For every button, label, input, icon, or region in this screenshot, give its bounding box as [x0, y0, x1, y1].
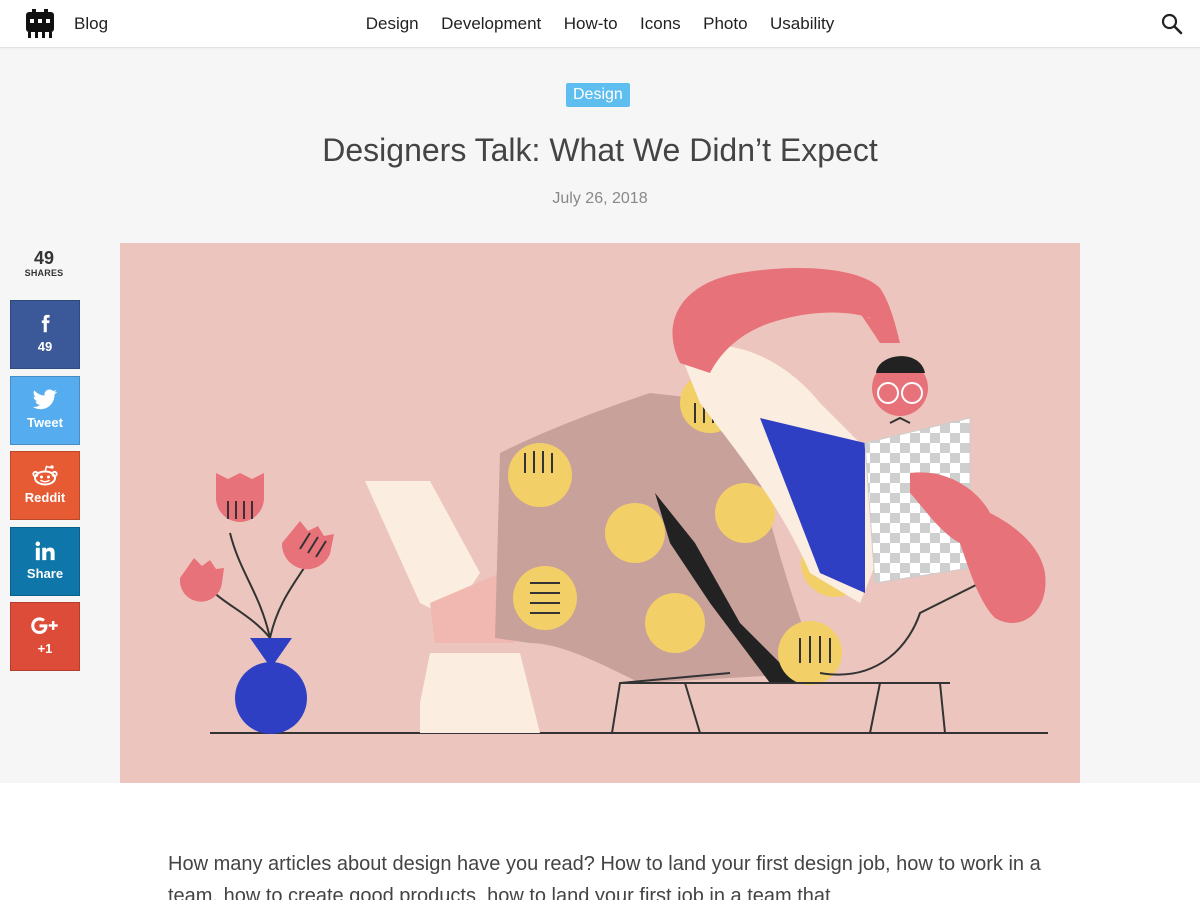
article-intro-paragraph: How many articles about design have you …	[168, 853, 1041, 900]
article-title: Designers Talk: What We Didn’t Expect	[322, 132, 878, 168]
google-plus-share-label: +1	[37, 641, 53, 656]
google-plus-icon	[31, 617, 58, 634]
site-logo-icon[interactable]	[24, 8, 56, 40]
twitter-icon	[32, 389, 58, 410]
nav-item-photo[interactable]: Photo	[703, 14, 747, 33]
twitter-share-label: Tweet	[27, 415, 63, 430]
reddit-icon	[32, 465, 58, 486]
linkedin-icon	[35, 541, 55, 561]
reddit-share-button[interactable]: Reddit	[10, 451, 80, 520]
share-total: 49	[33, 248, 55, 268]
reddit-share-label: Reddit	[24, 490, 66, 505]
facebook-share-button[interactable]: 49	[10, 300, 80, 369]
blog-home-link[interactable]: Blog	[74, 14, 108, 34]
nav-item-development[interactable]: Development	[441, 14, 541, 33]
nav-item-design[interactable]: Design	[366, 14, 419, 33]
nav-item-how-to[interactable]: How-to	[564, 14, 618, 33]
designer-reading-illustration	[179, 268, 1048, 734]
main-nav: Design Development How-to Icons Photo Us…	[0, 14, 1200, 34]
linkedin-share-button[interactable]: Share	[10, 527, 80, 596]
facebook-share-count: 49	[37, 339, 53, 354]
nav-item-usability[interactable]: Usability	[770, 14, 834, 33]
category-tag[interactable]: Design	[566, 83, 630, 107]
share-total-label: SHARES	[24, 268, 64, 278]
nav-item-icons[interactable]: Icons	[640, 14, 681, 33]
share-counter: 49 SHARES	[10, 248, 78, 278]
google-plus-share-button[interactable]: +1	[10, 602, 80, 671]
top-navigation-bar: Blog Design Development How-to Icons Pho…	[0, 0, 1200, 48]
linkedin-share-label: Share	[26, 566, 64, 581]
hero-illustration	[120, 243, 1080, 783]
article-date: July 26, 2018	[552, 190, 648, 207]
search-icon[interactable]	[1160, 12, 1184, 36]
facebook-icon	[41, 314, 50, 333]
twitter-share-button[interactable]: Tweet	[10, 376, 80, 445]
